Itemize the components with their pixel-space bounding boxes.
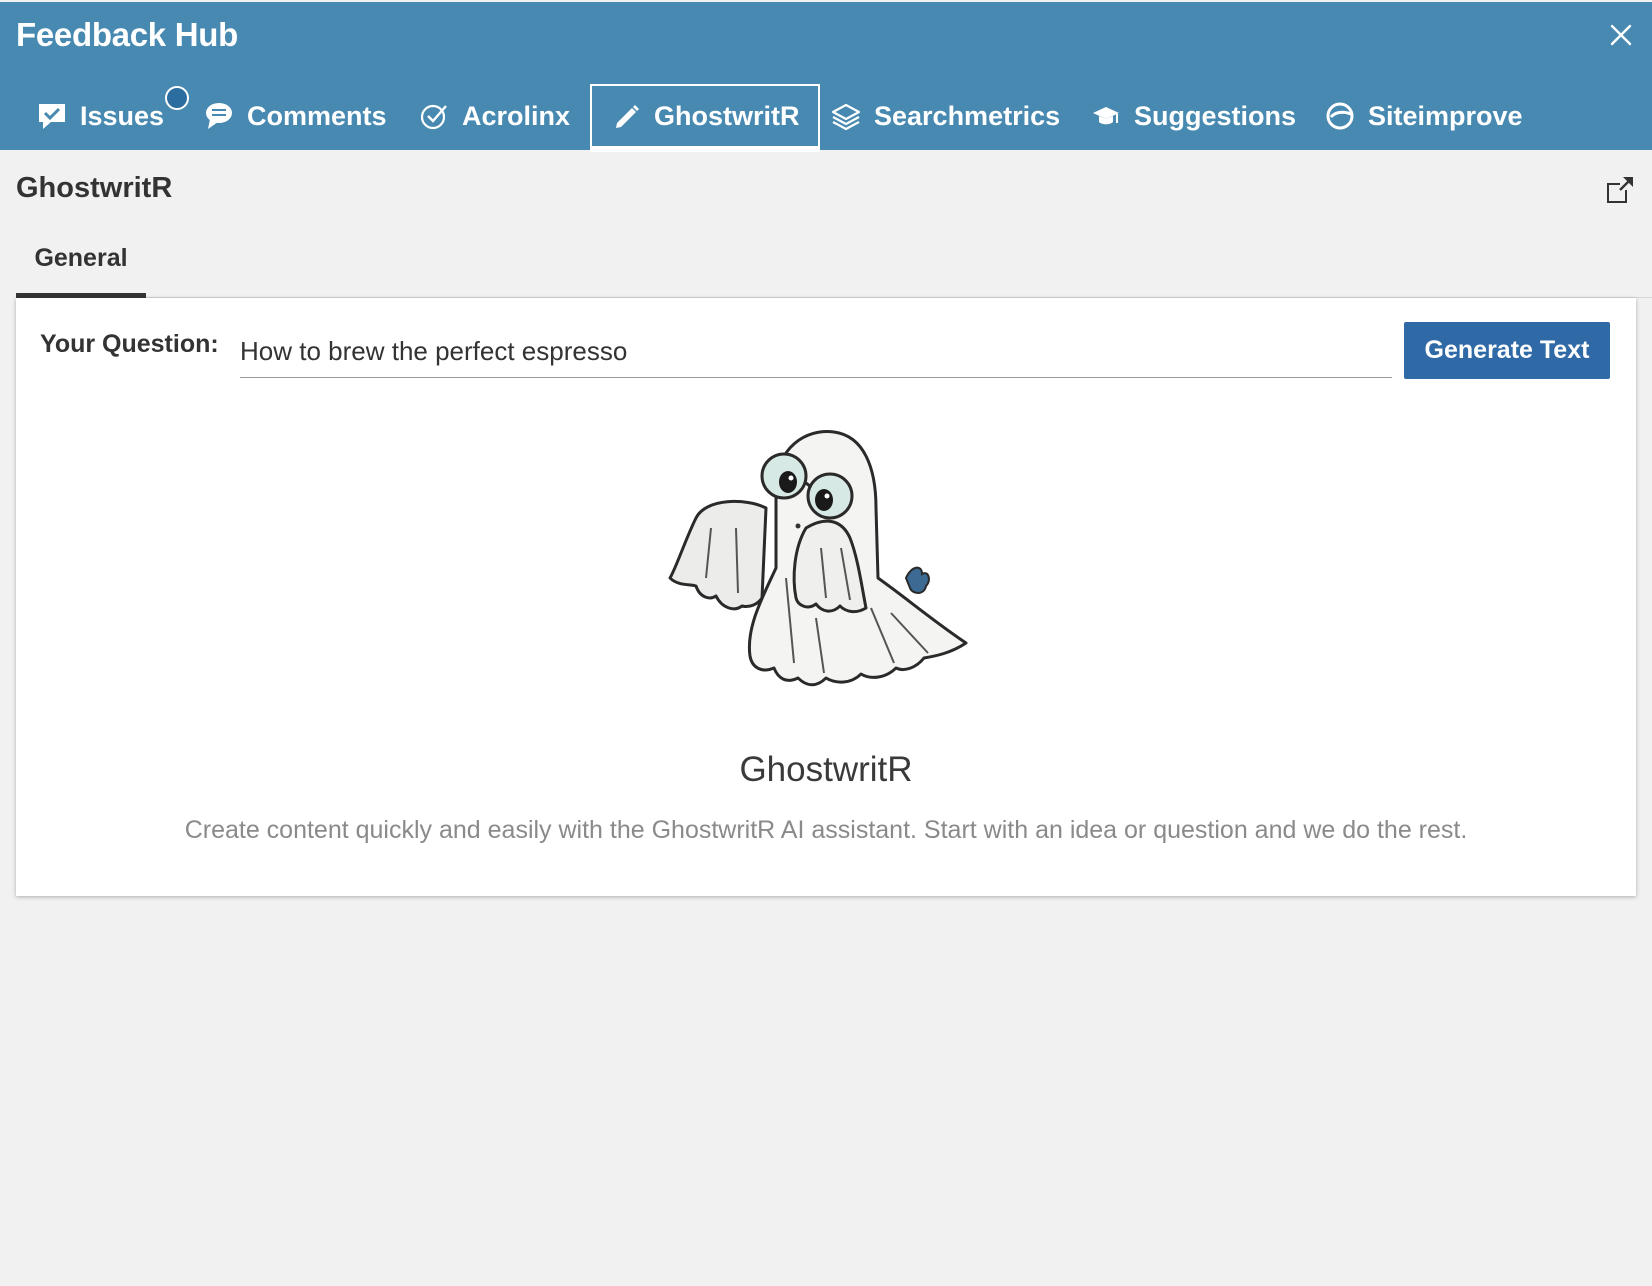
check-circle-icon: [418, 100, 450, 132]
ghostwritr-card: Your Question: Generate Text: [16, 298, 1636, 896]
tab-label: Issues: [80, 100, 165, 131]
feedback-hub-window: Feedback Hub Issues Comments Acrolinx Gh…: [0, 0, 1652, 1286]
header-bar: Feedback Hub Issues Comments Acrolinx Gh…: [0, 2, 1652, 152]
generate-text-button[interactable]: Generate Text: [1404, 322, 1610, 379]
ghost-mascot-icon: [668, 430, 968, 687]
tab-label: Searchmetrics: [874, 100, 1061, 131]
subtab-bar: General: [16, 230, 1652, 298]
tab-acrolinx[interactable]: Acrolinx: [418, 82, 570, 150]
tab-ghostwritr[interactable]: GhostwritR: [590, 84, 820, 152]
close-icon[interactable]: [1604, 18, 1638, 52]
notification-badge-icon: [165, 86, 189, 110]
siteimprove-icon: [1324, 100, 1356, 132]
comment-icon: [203, 100, 235, 132]
panel-title: GhostwritR: [16, 172, 173, 204]
tab-comments[interactable]: Comments: [203, 82, 387, 150]
tab-label: Acrolinx: [462, 100, 571, 131]
tab-suggestions[interactable]: Suggestions: [1090, 82, 1296, 150]
app-title: Feedback Hub: [16, 16, 238, 53]
pencil-icon: [610, 100, 642, 132]
layers-icon: [830, 100, 862, 132]
tab-label: Suggestions: [1134, 100, 1297, 131]
ghostwritr-name: GhostwritR: [739, 750, 913, 789]
subtab-general[interactable]: General: [16, 230, 146, 298]
graduation-cap-icon: [1090, 100, 1122, 132]
question-label: Your Question:: [40, 330, 219, 358]
tab-label: Siteimprove: [1368, 100, 1523, 131]
tab-label: GhostwritR: [654, 100, 800, 131]
tab-searchmetrics[interactable]: Searchmetrics: [830, 82, 1060, 150]
popout-icon[interactable]: [1604, 174, 1636, 206]
tab-issues[interactable]: Issues: [36, 82, 189, 150]
tab-label: Comments: [247, 100, 387, 131]
question-input[interactable]: [240, 326, 1392, 378]
tab-siteimprove[interactable]: Siteimprove: [1324, 82, 1523, 150]
ghostwritr-description: Create content quickly and easily with t…: [184, 816, 1468, 844]
checked-comment-icon: [36, 100, 68, 132]
